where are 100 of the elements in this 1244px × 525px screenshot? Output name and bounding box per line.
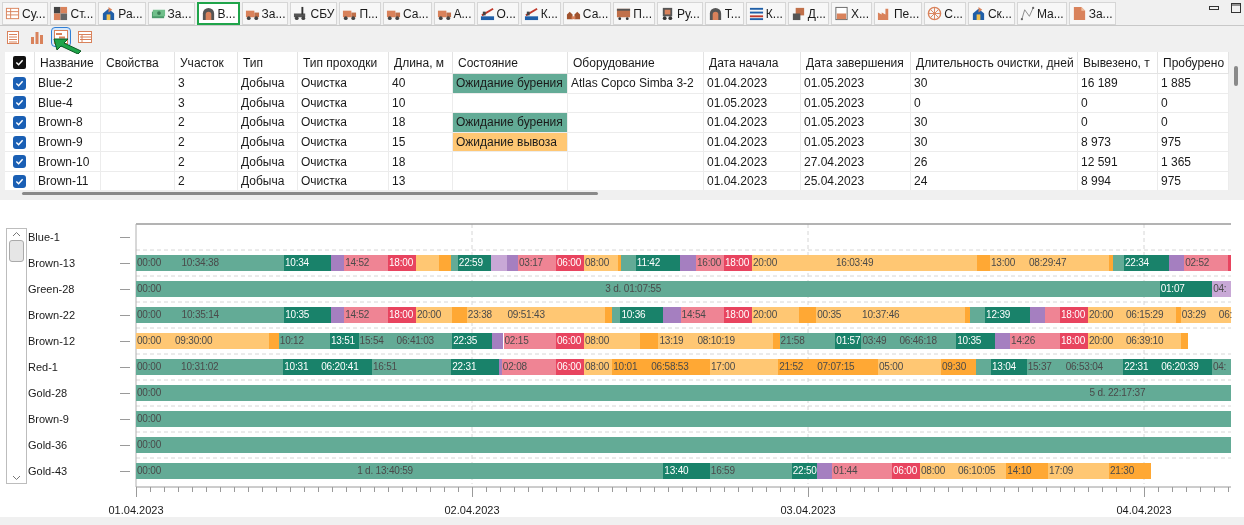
tab[interactable]: Пе...	[873, 2, 923, 25]
gantt-bar[interactable]: 18:00	[388, 307, 416, 323]
tab[interactable]: За...	[241, 2, 289, 25]
gantt-bar[interactable]: 22:34	[1123, 255, 1169, 271]
gantt-bar[interactable]: 01:57	[835, 333, 862, 349]
gantt-bar[interactable]: 10:34	[283, 255, 331, 271]
tab[interactable]: Х...	[830, 2, 872, 25]
gantt-bar[interactable]: 13:51	[329, 333, 359, 349]
column-header[interactable]: Название	[35, 52, 101, 73]
column-header[interactable]: Тип	[238, 52, 298, 73]
column-header[interactable]: Вывезено, т	[1078, 52, 1158, 73]
gantt-bar[interactable]: 18:00	[724, 255, 752, 271]
gantt-bar[interactable]: 08:00	[584, 255, 618, 271]
column-header[interactable]: Длина, м	[389, 52, 453, 73]
gantt-bar[interactable]: 00:00	[136, 411, 1231, 427]
checkbox[interactable]	[13, 155, 26, 169]
tab[interactable]: Са...	[562, 2, 612, 25]
gantt-bar[interactable]: 17:09	[1048, 463, 1109, 479]
tab[interactable]: Са...	[383, 2, 432, 25]
column-header[interactable]: Дата завершения	[801, 52, 911, 73]
gantt-bar[interactable]: 00:00 09:30:00	[136, 333, 269, 349]
gantt-bar[interactable]: 16:59	[709, 463, 792, 479]
gantt-bar[interactable]: 18:00	[1060, 307, 1088, 323]
gantt-bar[interactable]: 06:00	[556, 255, 584, 271]
gantt-bar[interactable]: 14:52	[344, 307, 388, 323]
tab[interactable]: Т...	[704, 2, 744, 25]
checkbox[interactable]	[13, 76, 26, 90]
gantt-bar[interactable]: 21:52 07:07:15	[778, 359, 878, 375]
gantt-bar[interactable]: 20:00 06:39:10	[1088, 333, 1182, 349]
tab[interactable]: Ру...	[657, 2, 703, 25]
gantt-bar[interactable]: 00:00 10:34:38	[136, 255, 284, 271]
gantt-bar[interactable]: 13:19 08:10:19	[658, 333, 773, 349]
tab[interactable]: А...	[433, 2, 475, 25]
tab[interactable]: Д...	[787, 2, 829, 25]
gantt-bar[interactable]: 00:00	[136, 437, 1231, 453]
gantt-bar[interactable]: 11:42	[635, 255, 680, 271]
gantt-bar[interactable]: 20:00 06:15:29	[1088, 307, 1176, 323]
minimize-icon[interactable]	[1209, 5, 1219, 11]
gantt-bar[interactable]: 04:	[1212, 281, 1231, 297]
gantt-bar[interactable]: 22:50	[791, 463, 818, 479]
gantt-bar[interactable]: 06:00	[892, 463, 920, 479]
gantt-bar[interactable]: 18:00	[1060, 333, 1088, 349]
checkbox[interactable]	[13, 96, 26, 110]
gantt-bar[interactable]: 06:00	[556, 333, 584, 349]
tab[interactable]: О...	[476, 2, 519, 25]
tab[interactable]: К...	[520, 2, 561, 25]
gantt-bar[interactable]: 00:35 10:37:46	[816, 307, 965, 323]
tab[interactable]: Су...	[2, 2, 49, 25]
gantt-bar[interactable]: 21:30	[1109, 463, 1151, 479]
gantt-bar[interactable]: 12:39	[985, 307, 1030, 323]
gantt-bar[interactable]: 14:52	[344, 255, 388, 271]
gantt-bar[interactable]: 04:	[1211, 359, 1231, 375]
gantt-bar[interactable]: 09:30	[941, 359, 976, 375]
gantt-bar[interactable]: 16:51	[371, 359, 452, 375]
gantt-bar[interactable]: 00:00 3 d. 01:07:55	[136, 281, 1160, 297]
checkbox[interactable]	[13, 116, 26, 129]
gantt-bar[interactable]: 01:07	[1159, 281, 1213, 297]
gantt-bar[interactable]: 01:44	[832, 463, 892, 479]
tab[interactable]: Ст...	[50, 2, 97, 25]
tab[interactable]: Ск...	[967, 2, 1015, 25]
gantt-bar[interactable]: 02:15	[503, 333, 556, 349]
tab[interactable]: СБУ	[290, 2, 338, 25]
gantt-bar[interactable]: 21:58	[779, 333, 836, 349]
column-header[interactable]: Участок	[175, 52, 238, 73]
gantt-bar[interactable]	[1181, 333, 1189, 349]
scrollbar-thumb[interactable]	[9, 240, 24, 262]
column-header[interactable]: Длительность очистки, дней	[911, 52, 1078, 73]
chevron-down-icon[interactable]	[12, 475, 21, 481]
gantt-bar[interactable]: 10:36	[620, 307, 663, 323]
gantt-bar[interactable]: 16:00	[696, 255, 724, 271]
gantt-bar[interactable]: 10:35	[284, 307, 331, 323]
gantt-bar[interactable]: 00:00 1 d. 13:40:59	[136, 463, 664, 479]
gantt-bar[interactable]: 20:00	[416, 307, 452, 323]
gantt-bar[interactable]: 18:00	[388, 255, 416, 271]
gantt-bar[interactable]: 20:00	[752, 307, 799, 323]
gantt-bar[interactable]: 02:08	[501, 359, 556, 375]
gantt-bar[interactable]: 14:54	[680, 307, 724, 323]
gantt-bar[interactable]: 22:59	[457, 255, 491, 271]
checkbox[interactable]	[13, 56, 26, 69]
gantt-bar[interactable]: 14:10	[1006, 463, 1049, 479]
gantt-bar[interactable]: 14:26	[1010, 333, 1060, 349]
tab[interactable]: В...	[196, 2, 240, 25]
column-header[interactable]: Тип проходки	[298, 52, 389, 73]
gantt-bar[interactable]: 03:49 06:46:18	[861, 333, 957, 349]
gantt-bar[interactable]: 00:00 10:35:14	[136, 307, 285, 323]
tab[interactable]: К...	[745, 2, 786, 25]
gantt-bar[interactable]: 15:54 06:41:03	[358, 333, 453, 349]
tab[interactable]: За...	[1068, 2, 1116, 25]
gantt-bar[interactable]: 17:00	[710, 359, 779, 375]
tab[interactable]: П...	[613, 2, 655, 25]
gantt-bar[interactable]: 20:00 16:03:49	[752, 255, 977, 271]
gantt-bar[interactable]: 10:35	[956, 333, 995, 349]
tab[interactable]: За...	[147, 2, 195, 25]
gantt-bar[interactable]: 08:00 06:10:05	[920, 463, 1007, 479]
gantt-bar[interactable]: 15:37 06:53:04	[1026, 359, 1124, 375]
gantt-bar[interactable]: 22:31	[451, 359, 500, 375]
tab[interactable]: С...	[924, 2, 966, 25]
gantt-bar[interactable]: 13:40	[663, 463, 710, 479]
gantt-bar[interactable]: 10:01 06:58:53	[612, 359, 710, 375]
tab[interactable]: Ма...	[1016, 2, 1067, 25]
